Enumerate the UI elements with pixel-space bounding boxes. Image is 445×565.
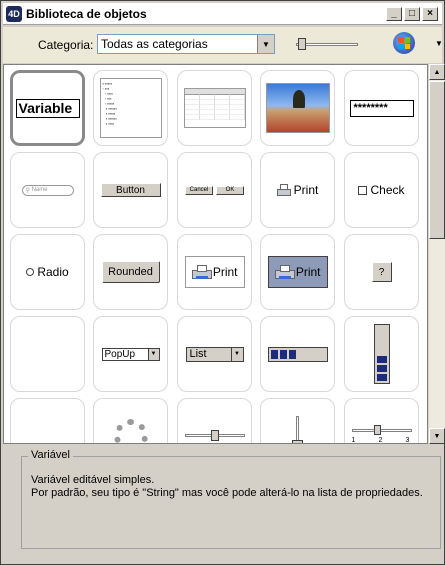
print-bevel-preview: Print — [184, 256, 245, 288]
picture-preview — [265, 83, 330, 133]
button-preview: Button — [100, 183, 161, 197]
checkbox-label: Check — [370, 183, 405, 197]
vertical-progress-preview — [373, 324, 390, 384]
object-tile-rounded-button[interactable]: Rounded — [93, 234, 168, 310]
dropdown-list-label: List — [189, 347, 207, 360]
object-tile-popup[interactable]: PopUp ▼ — [93, 316, 168, 392]
vertical-scrollbar[interactable]: ▲ ▼ — [429, 64, 445, 444]
object-tile-variable[interactable]: Variable — [10, 70, 85, 146]
category-value: Todas as categorias — [101, 37, 208, 51]
hierarchical-list-preview: ▪ ▪▪▪▪▪ ▫ ▪▪▪ ▫ ▪▪▪▪ ▫ ▪▪▪ ▫ ▪▪▪▪▪ ▪ ▪▪▪▪… — [99, 78, 162, 138]
printer-icon — [274, 265, 295, 279]
cancel-preview: Cancel — [185, 185, 213, 195]
horizontal-progress-preview — [267, 346, 328, 362]
object-tile-hierarchical-list[interactable]: ▪ ▪▪▪▪▪ ▫ ▪▪▪ ▫ ▪▪▪▪ ▫ ▪▪▪ ▫ ▪▪▪▪▪ ▪ ▪▪▪▪… — [93, 70, 168, 146]
object-tile-ok-cancel[interactable]: Cancel OK — [177, 152, 252, 228]
scroll-down-icon[interactable]: ▼ — [429, 428, 445, 444]
category-dropdown[interactable]: Todas as categorias ▼ — [97, 34, 275, 54]
radio-preview: Radio — [26, 265, 69, 279]
print-selected-label: Print — [295, 265, 321, 279]
object-tile-help-button[interactable]: ? — [344, 234, 419, 310]
print-bevel-label: Print — [212, 265, 238, 279]
object-tile-checkbox[interactable]: Check — [344, 152, 419, 228]
object-tile-picture[interactable] — [260, 70, 335, 146]
object-tile-hslider[interactable] — [177, 398, 252, 443]
description-line-2: Por padrão, seu tipo é "String" mas você… — [31, 487, 423, 499]
ruler-tick: 1 — [351, 437, 356, 444]
toolbar: Categoria: Todas as categorias ▼ ▼ — [3, 27, 443, 63]
maximize-button[interactable]: □ — [404, 6, 420, 21]
popup-preview: PopUp ▼ — [101, 347, 160, 361]
object-tile-hprogress[interactable] — [260, 316, 335, 392]
dropdown-list-preview: List ▼ — [185, 346, 244, 362]
print-small-preview: Print — [276, 183, 319, 197]
print-selected-preview: Print — [267, 256, 328, 288]
object-tile-dropdown-list[interactable]: List ▼ — [177, 316, 252, 392]
object-tile-spinner[interactable] — [93, 398, 168, 443]
radio-label: Radio — [37, 265, 69, 279]
chevron-down-icon: ▼ — [147, 348, 159, 360]
chevron-down-icon: ▼ — [230, 347, 243, 361]
ok-preview: OK — [216, 185, 244, 195]
horizontal-slider-preview — [184, 430, 245, 442]
description-line-1: Variável editável simples. — [31, 474, 155, 486]
object-tile-listbox[interactable] — [177, 70, 252, 146]
object-tile-password[interactable]: ******** — [344, 70, 419, 146]
radio-dot-icon — [26, 268, 35, 276]
tree-icon — [292, 90, 305, 108]
app-logo-icon: 4D — [6, 5, 22, 22]
object-tile-print-selected[interactable]: Print — [260, 234, 335, 310]
printer-icon — [191, 265, 212, 279]
description-panel: Variável Variável editável simples. Por … — [21, 449, 441, 549]
windows-logo-icon[interactable] — [393, 32, 415, 54]
object-tile-empty[interactable] — [10, 316, 85, 392]
listbox-preview — [183, 88, 246, 128]
object-tile-hprogress-2[interactable] — [10, 398, 85, 443]
object-tile-vslider[interactable] — [260, 398, 335, 443]
scroll-up-icon[interactable]: ▲ — [429, 64, 445, 80]
vertical-slider-preview — [291, 416, 304, 443]
object-tile-radio[interactable]: Radio — [10, 234, 85, 310]
checkbox-box-icon — [358, 185, 368, 195]
ruler-tick: 2 — [378, 437, 383, 444]
password-preview: ******** — [349, 99, 414, 117]
window-title: Biblioteca de objetos — [26, 6, 147, 21]
minimize-button[interactable]: _ — [386, 6, 402, 21]
rounded-button-preview: Rounded — [101, 261, 160, 283]
search-field-placeholder: Name — [31, 187, 48, 193]
menu-caret-icon[interactable]: ▼ — [435, 39, 443, 48]
object-tile-print-small[interactable]: Print — [260, 152, 335, 228]
zoom-slider-thumb[interactable] — [298, 38, 306, 50]
scrollbar-thumb[interactable] — [429, 81, 445, 239]
search-icon: ⚲ — [25, 187, 30, 194]
checkbox-preview: Check — [358, 183, 405, 197]
object-tile-button[interactable]: Button — [93, 152, 168, 228]
print-small-label: Print — [293, 183, 319, 197]
close-button[interactable]: × — [422, 6, 438, 21]
object-tile-search-field[interactable]: ⚲ Name — [10, 152, 85, 228]
object-tile-ruler[interactable]: 1 2 3 — [344, 398, 419, 444]
ruler-tick: 3 — [405, 437, 410, 444]
popup-label: PopUp — [104, 348, 136, 360]
object-library-window: 4D Biblioteca de objetos _ □ × Categoria… — [0, 0, 445, 565]
object-tile-vprogress[interactable] — [344, 316, 419, 392]
search-field-preview: ⚲ Name — [21, 184, 74, 196]
zoom-slider[interactable] — [296, 38, 358, 50]
object-grid: Variable ▪ ▪▪▪▪▪ ▫ ▪▪▪ ▫ ▪▪▪▪ ▫ ▪▪▪ ▫ ▪▪▪… — [3, 64, 428, 444]
object-tile-print-bevel[interactable]: Print — [177, 234, 252, 310]
title-bar: 4D Biblioteca de objetos _ □ × — [3, 3, 442, 25]
help-button-preview: ? — [371, 262, 392, 282]
description-text: Variável editável simples. Por padrão, s… — [31, 474, 423, 500]
printer-icon — [276, 184, 291, 196]
ok-cancel-preview: Cancel OK — [185, 185, 244, 195]
dropdown-arrow-icon[interactable]: ▼ — [257, 35, 274, 53]
variable-preview: Variable — [15, 98, 80, 118]
ruler-preview: 1 2 3 — [351, 425, 412, 444]
category-label: Categoria: — [38, 38, 94, 52]
spinner-icon — [113, 419, 148, 443]
description-title: Variável — [28, 449, 73, 461]
